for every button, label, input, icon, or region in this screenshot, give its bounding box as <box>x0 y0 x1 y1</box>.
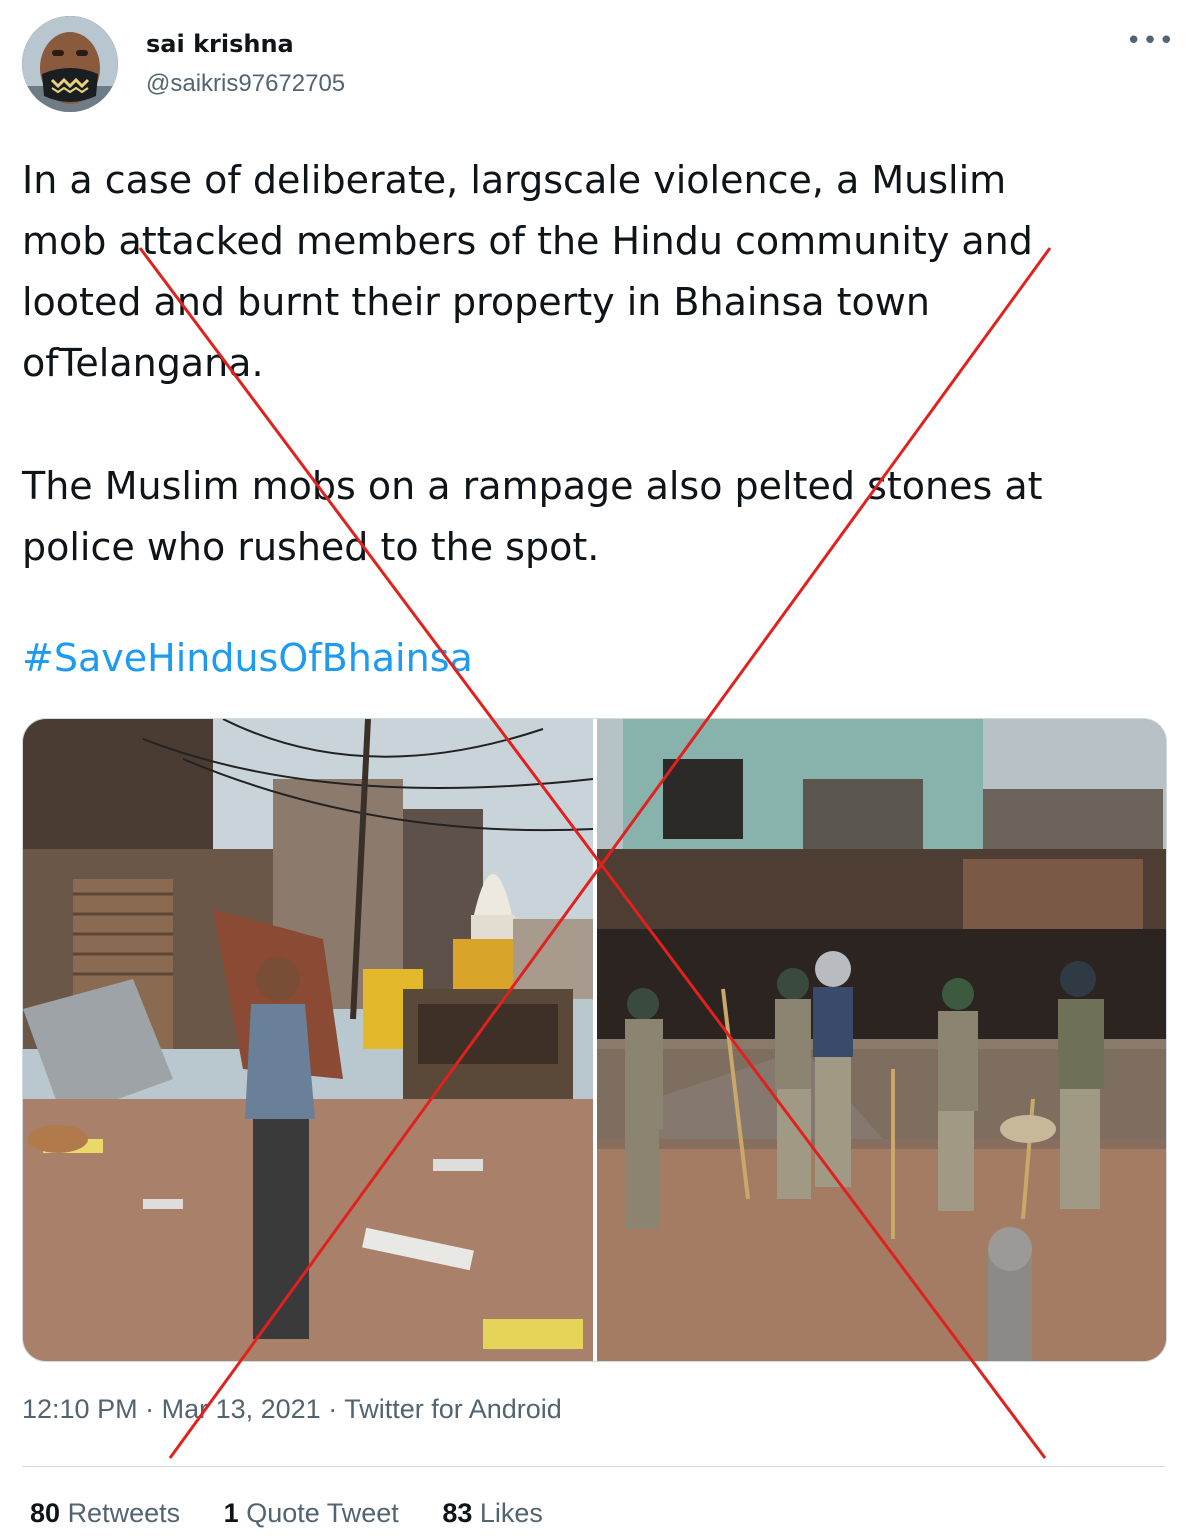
tweet-source[interactable]: Twitter for Android <box>344 1394 562 1424</box>
tweet-text-line: ofTelangana. <box>22 341 264 385</box>
tweet-text-line: looted and burnt their property in Bhain… <box>22 280 930 324</box>
photo-police-street[interactable] <box>597 719 1166 1361</box>
avatar[interactable] <box>22 16 118 112</box>
tweet-stats: 80 Retweets 1 Quote Tweet 83 Likes <box>30 1498 579 1529</box>
quotes-stat[interactable]: 1 Quote Tweet <box>224 1498 399 1529</box>
hashtag-link[interactable]: #SaveHindusOfBhainsa <box>22 636 473 680</box>
retweets-count: 80 <box>30 1498 61 1528</box>
likes-count: 83 <box>442 1498 473 1528</box>
meta-separator: · <box>320 1394 345 1424</box>
tweet-time[interactable]: 12:10 PM <box>22 1394 138 1424</box>
tweet-text-line: mob attacked members of the Hindu commun… <box>22 219 1033 263</box>
tweet-media[interactable] <box>22 718 1167 1362</box>
meta-separator: · <box>137 1394 162 1424</box>
tweet-text-line: The Muslim mobs on a rampage also pelted… <box>22 464 1043 508</box>
author-handle[interactable]: @saikris97672705 <box>146 70 345 98</box>
likes-label: Likes <box>479 1498 543 1528</box>
author-name[interactable]: sai krishna <box>146 30 294 58</box>
divider <box>22 1466 1165 1467</box>
photo-damaged-street[interactable] <box>23 719 594 1361</box>
retweets-stat[interactable]: 80 Retweets <box>30 1498 180 1529</box>
quotes-count: 1 <box>223 1498 239 1528</box>
tweet-metadata: 12:10 PM · Mar 13, 2021 · Twitter for An… <box>22 1394 562 1425</box>
likes-stat[interactable]: 83 Likes <box>442 1498 543 1529</box>
tweet-paragraph-2: The Muslim mobs on a rampage also pelted… <box>22 456 1043 578</box>
tweet-text-line: In a case of deliberate, largscale viole… <box>22 158 1007 202</box>
tweet-text-line: police who rushed to the spot. <box>22 525 600 569</box>
more-options-icon[interactable]: ••• <box>1126 26 1175 56</box>
tweet-paragraph-1: In a case of deliberate, largscale viole… <box>22 150 1033 394</box>
quotes-label: Quote Tweet <box>246 1498 399 1528</box>
tweet-date[interactable]: Mar 13, 2021 <box>162 1394 321 1424</box>
retweets-label: Retweets <box>67 1498 181 1528</box>
